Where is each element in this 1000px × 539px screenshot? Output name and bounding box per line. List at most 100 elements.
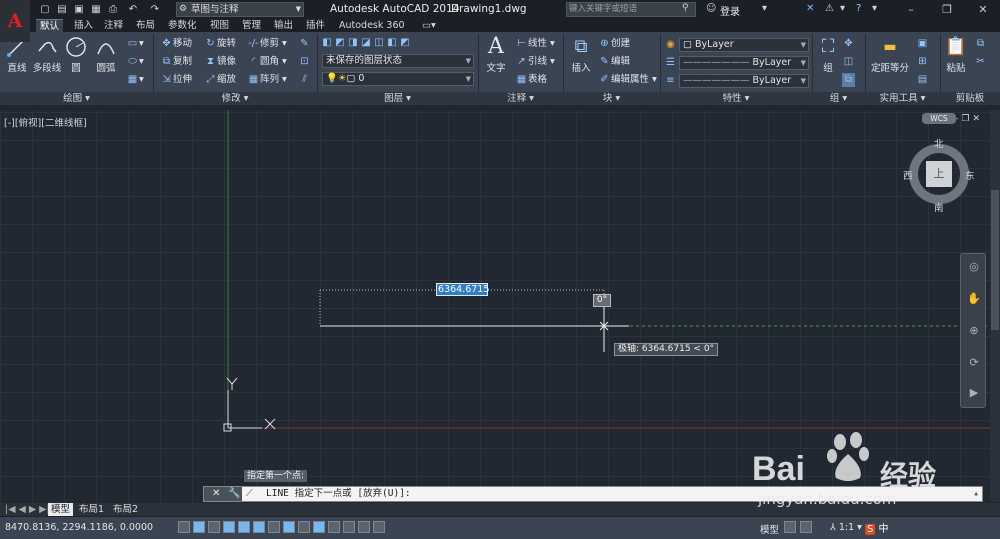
chevron-down-icon[interactable]: ▾ [762,3,767,14]
color-dropdown[interactable]: ▢ ByLayer ▼ [679,38,809,52]
help-icon[interactable]: ? [856,3,861,14]
compass-west[interactable]: 西 [903,168,913,182]
workspace-selector[interactable]: ⚙ 草图与注释 ▼ [176,2,304,17]
save-icon[interactable]: ▣ [72,2,86,17]
snap-mode-icon[interactable] [193,521,205,533]
rotate-button[interactable]: ↻ 旋转 [204,37,236,51]
quick-view-layouts-icon[interactable] [784,521,796,533]
wcs-menu[interactable]: WCS [922,113,956,124]
panel-label-utilities[interactable]: 实用工具 ▾ [865,92,940,105]
offset-icon[interactable]: ⫽ [298,73,311,87]
coordinate-readout[interactable]: 8470.8136, 2294.1186, 0.0000 [5,522,153,533]
login-button[interactable]: 登录 [720,3,740,18]
lineweight-icon[interactable]: ≡ [664,74,677,88]
wrench-icon[interactable]: 🔧 [228,487,240,501]
tab-model[interactable]: 模型 [48,503,74,516]
tab-plugins[interactable]: 插件 [306,19,325,32]
chevron-down-icon[interactable]: ▾ [872,3,877,14]
tab-parametric[interactable]: 参数化 [168,19,197,32]
pan-hand-icon[interactable]: ✋ [966,292,982,308]
video-icon[interactable]: ▭▾ [422,19,436,32]
dynamic-angle-box[interactable]: 0° [593,294,611,307]
tab-annotate[interactable]: 注释 [104,19,123,32]
move-button[interactable]: ✥ 移动 [160,37,192,51]
selection-cycling-icon[interactable] [373,521,385,533]
zoom-extents-icon[interactable]: ⊕ [966,324,982,340]
panel-label-properties[interactable]: 特性 ▾ [660,92,812,105]
command-line-handle[interactable]: ✕ 🔧 [204,487,242,501]
exchange-icon[interactable]: ✕ [806,3,814,14]
infer-constraints-icon[interactable] [178,521,190,533]
compass-east[interactable]: 东 [965,168,975,182]
undo-icon[interactable]: ↶ [126,2,140,17]
object-snap-tracking-icon[interactable] [283,521,295,533]
create-block-button[interactable]: ⊕ 创建 [598,37,630,51]
new-file-icon[interactable]: ▢ [38,2,52,17]
lineweight-toggle-icon[interactable] [328,521,340,533]
layout-nav-arrows[interactable]: |◀ ◀ ▶ ▶| [2,503,53,516]
array-button[interactable]: ▦ 阵列 ▾ [247,73,287,87]
viewcube-top-face[interactable]: 上 [926,161,952,187]
dynamic-input-icon[interactable] [313,521,325,533]
panel-label-annotation[interactable]: 注释 ▾ [478,92,563,105]
open-file-icon[interactable]: ▤ [55,2,69,17]
mirror-button[interactable]: ⧗ 镜像 [204,55,236,69]
panel-label-draw[interactable]: 绘图 ▾ [0,92,153,105]
scrollbar-thumb[interactable] [991,190,999,330]
measure-button[interactable]: ▬ 定距等分 [870,36,910,74]
layer-state-dropdown[interactable]: 未保存的图层状态 ▼ [322,54,474,68]
3d-object-snap-icon[interactable] [268,521,280,533]
group-edit-icon[interactable]: ◫ [842,55,855,69]
model-space-toggle[interactable]: 模型 [760,522,779,536]
minimize-button[interactable]: – [898,2,924,17]
application-menu-button[interactable]: A [0,0,30,42]
close-button[interactable]: ✕ [970,2,996,17]
paste-button[interactable]: 📋 粘贴 [944,36,968,74]
transparency-icon[interactable] [343,521,355,533]
restore-button[interactable]: ❐ [934,2,960,17]
polyline-button[interactable]: 多段线 [32,36,62,74]
layer-tools-icon[interactable]: ◧◩◨◪◫◧◩ [322,36,413,50]
dynamic-ucs-icon[interactable] [298,521,310,533]
search-input[interactable]: 键入关键字或短语 [566,2,696,17]
color-wheel-icon[interactable]: ◉ [664,38,677,52]
save-as-icon[interactable]: ▦ [89,2,103,17]
panel-label-groups[interactable]: 组 ▾ [812,92,865,105]
hatch-icon[interactable]: ▦ ▾ [126,73,144,87]
polar-tracking-icon[interactable] [238,521,250,533]
cut-icon[interactable]: ✂ [974,55,987,69]
copy-clip-icon[interactable]: ⧉ [974,37,987,51]
table-button[interactable]: ▦ 表格 [515,73,547,87]
tab-layout2[interactable]: 布局2 [110,503,141,516]
tab-output[interactable]: 输出 [274,19,293,32]
quick-calc-icon[interactable]: ▣ [916,37,929,51]
showmotion-icon[interactable]: ▶ [966,386,982,402]
close-icon[interactable]: ✕ [212,487,220,501]
calculator-icon[interactable]: ▤ [916,73,929,87]
edit-block-button[interactable]: ✎ 编辑 [598,55,630,69]
layer-dropdown[interactable]: 💡☀▢ 0 ▼ [322,72,474,86]
tab-view[interactable]: 视图 [210,19,229,32]
quick-properties-icon[interactable] [358,521,370,533]
compass-north[interactable]: 北 [934,136,944,150]
steering-wheel-icon[interactable]: ◎ [966,260,982,276]
erase-icon[interactable]: ✎ [298,37,311,51]
ellipse-icon[interactable]: ⬭ ▾ [126,55,144,69]
redo-icon[interactable]: ↷ [148,2,162,17]
panel-label-modify[interactable]: 修改 ▾ [153,92,317,105]
edit-attributes-button[interactable]: ✐ 编辑属性 ▾ [598,73,657,87]
orbit-icon[interactable]: ⟳ [966,356,982,372]
grid-display-icon[interactable] [208,521,220,533]
quick-view-drawings-icon[interactable] [800,521,812,533]
panel-label-clipboard[interactable]: 剪贴板 [940,92,1000,105]
tab-insert[interactable]: 插入 [74,19,93,32]
vertical-scrollbar[interactable] [990,110,1000,502]
tab-home[interactable]: 默认 [36,19,64,32]
stretch-button[interactable]: ⇲ 拉伸 [160,73,192,87]
annotation-scale[interactable]: ⅄ 1:1 ▾ [830,522,862,533]
text-button[interactable]: A 文字 [484,36,508,75]
tab-layout[interactable]: 布局 [136,19,155,32]
compass-south[interactable]: 南 [934,200,944,214]
circle-button[interactable]: 圆 [64,36,88,74]
leader-button[interactable]: ↗ 引线 ▾ [515,55,555,69]
